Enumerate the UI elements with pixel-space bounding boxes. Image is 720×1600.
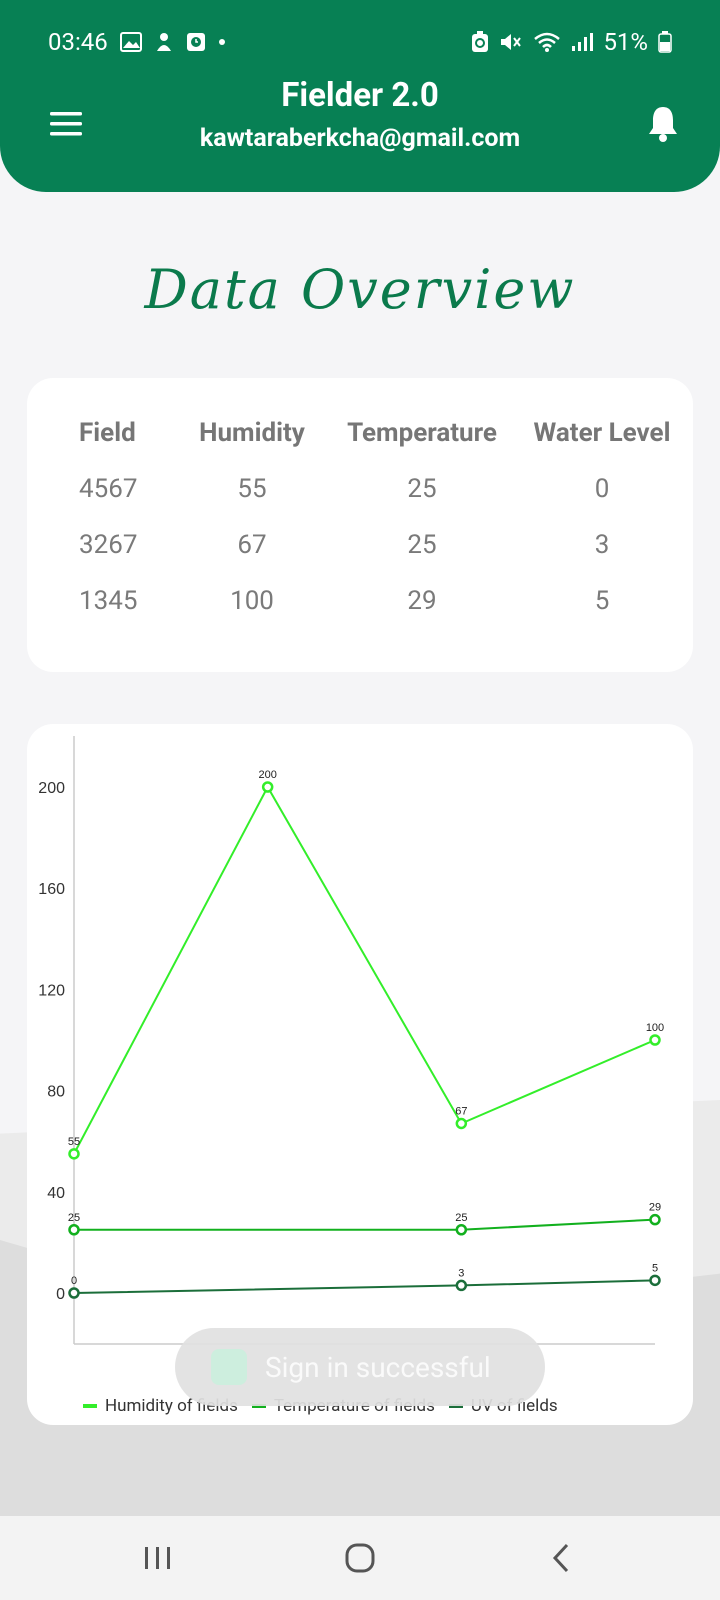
line-chart: 0 40 80 120 160 200 55 200 67 100 25 25 29 0 3 5: [38, 736, 664, 1345]
y-tick-label: 80: [47, 1084, 65, 1101]
data-label: 67: [455, 1105, 467, 1117]
status-bar: 03:46 51%: [48, 22, 672, 62]
data-label: 3: [458, 1267, 464, 1279]
recent-apps-icon[interactable]: [136, 1536, 180, 1580]
app-title: Fielder 2.0: [281, 76, 439, 115]
battery-icon: [658, 31, 672, 53]
battery-percent: 51%: [603, 28, 648, 56]
data-label: 25: [455, 1212, 467, 1224]
app-icon: [211, 1349, 247, 1385]
data-point: [649, 1274, 661, 1287]
y-tick-label: 120: [38, 982, 65, 999]
toast-notification: Sign in successful: [175, 1328, 545, 1406]
battery-saver-icon: [471, 31, 489, 53]
data-point: [455, 1117, 468, 1130]
home-icon[interactable]: [338, 1536, 382, 1580]
toast-text: Sign in successful: [265, 1350, 491, 1384]
clock-app-icon: [186, 32, 206, 52]
y-tick-label: 200: [38, 780, 65, 797]
data-point: [649, 1213, 661, 1226]
data-label: 29: [649, 1202, 661, 1214]
dot-icon: [218, 38, 226, 46]
data-point: [261, 781, 274, 793]
series-line: [73, 1279, 656, 1294]
signal-icon: [571, 32, 594, 52]
data-label: 0: [71, 1275, 77, 1287]
data-label: 5: [652, 1262, 658, 1274]
data-point: [68, 1287, 80, 1299]
status-time: 03:46: [48, 28, 108, 56]
table-header-water-level: Water Level: [533, 418, 671, 448]
wifi-icon: [533, 31, 561, 53]
table-cell: 5: [594, 586, 610, 616]
table-cell: 3: [594, 530, 610, 560]
data-table-card: Field Humidity Temperature Water Level 4…: [27, 378, 693, 672]
data-label: 200: [258, 769, 276, 781]
data-point: [68, 1148, 80, 1160]
legend-swatch: [83, 1404, 97, 1408]
mute-icon: [499, 31, 523, 53]
data-point: [455, 1279, 468, 1292]
back-icon[interactable]: [540, 1536, 584, 1580]
data-label: 100: [646, 1022, 664, 1034]
data-point: [455, 1224, 468, 1236]
series-line: [73, 784, 656, 1155]
data-point: [68, 1224, 80, 1236]
table-cell: 0: [594, 474, 610, 504]
y-tick-label: 160: [38, 881, 65, 898]
notification-icon: [154, 31, 174, 53]
bell-icon[interactable]: [646, 104, 680, 144]
y-tick-label: 40: [47, 1185, 65, 1202]
data-label: 55: [68, 1136, 80, 1148]
user-email: kawtaraberkcha@gmail.com: [199, 124, 521, 153]
y-tick-label: 0: [56, 1286, 65, 1303]
chart-card: 0 40 80 120 160 200 55 200 67 100 25 25 29 0 3 5 Humidi…: [27, 724, 693, 1425]
data-label: 25: [68, 1212, 80, 1224]
series-line: [74, 1218, 656, 1231]
system-nav-bar: [0, 1516, 720, 1600]
image-icon: [119, 32, 142, 52]
page-title: Data Overview: [144, 258, 576, 321]
app-header: 03:46 51% Fielder 2.0 kawtaraberkcha@gma…: [0, 0, 720, 192]
data-point: [649, 1034, 661, 1046]
